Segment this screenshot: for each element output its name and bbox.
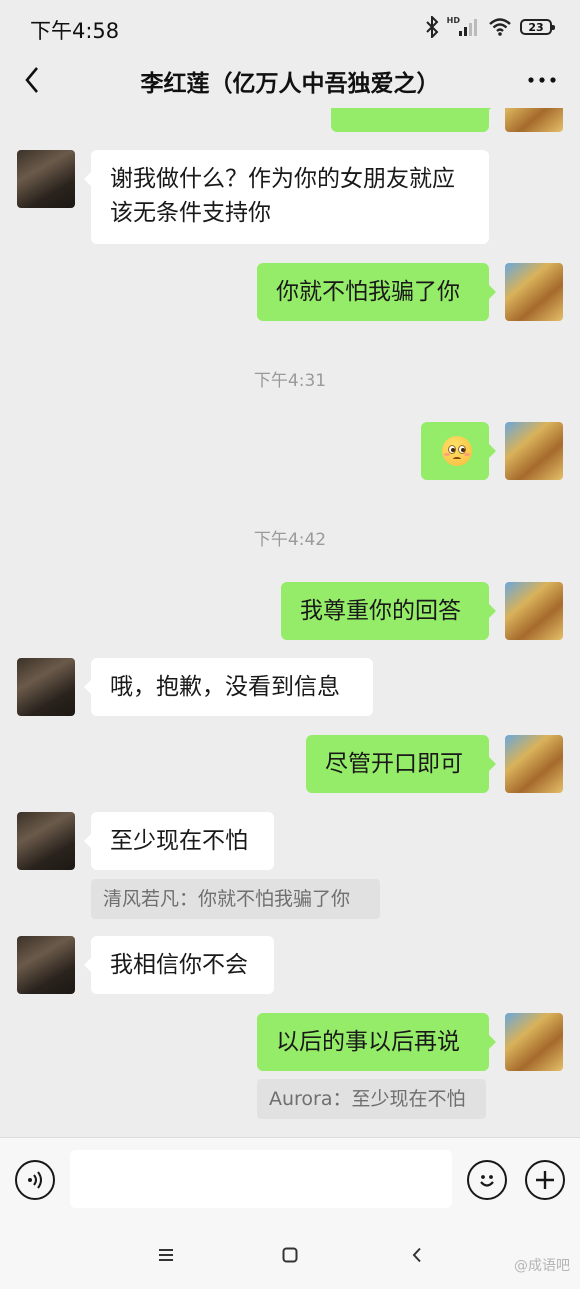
voice-button[interactable] [15,1160,55,1200]
menu-nav-icon [159,1249,173,1261]
avatar-contact[interactable] [17,150,75,208]
emoji-icon [480,1175,494,1187]
battery-level: 23 [528,20,544,34]
avatar-self[interactable] [505,422,563,480]
message-bubble-sent[interactable]: 以后的事以后再说 [257,1013,496,1071]
emoji-button[interactable] [467,1160,507,1200]
timestamp: 下午4:42 [253,530,327,550]
title-bar: 李红莲（亿万人中吾独爱之） [0,52,580,108]
flushed-face-emoji-icon [442,436,472,466]
avatar-self[interactable] [505,735,563,793]
system-nav-bar: @成语吧 [0,1223,580,1289]
add-icon [536,1171,554,1189]
back-button[interactable] [14,62,50,98]
more-button[interactable] [522,64,562,96]
avatar-self[interactable] [505,582,563,640]
status-bar: 下午4:58 HD 23 [0,0,580,52]
wifi-icon [489,18,511,36]
back-arrow-icon [25,67,38,93]
message-input[interactable] [70,1150,452,1208]
add-button[interactable] [525,1160,565,1200]
avatar-contact[interactable] [17,936,75,994]
message-bubble-sent[interactable]: 你就不怕我骗了你 [257,263,496,321]
status-icons: HD 23 [425,14,555,40]
back-nav-icon [412,1247,421,1263]
voice-icon [28,1171,42,1189]
home-nav-button[interactable] [273,1241,307,1269]
message-bubble-received[interactable]: 哦，抱歉，没看到信息 [84,658,373,716]
more-icon [528,77,556,83]
message-bubble-partial[interactable] [331,108,496,132]
avatar-self[interactable] [505,108,563,132]
home-nav-icon [282,1247,298,1263]
message-bubble-received[interactable]: 至少现在不怕 [84,812,274,870]
quoted-reply[interactable]: 清风若凡：你就不怕我骗了你 [91,879,380,919]
message-bubble-sent-emoji[interactable] [421,422,496,480]
avatar-self[interactable] [505,1013,563,1071]
watermark: @成语吧 [514,1258,570,1274]
message-bubble-received[interactable]: 谢我做什么？作为你的女朋友就应该无条件支持你 [84,150,489,244]
menu-nav-button[interactable] [149,1241,183,1269]
hd-label: HD [446,15,460,25]
chat-area[interactable]: 谢我做什么？作为你的女朋友就应该无条件支持你 你就不怕我骗了你 下午4:31 下… [0,108,580,1137]
avatar-contact[interactable] [17,658,75,716]
avatar-contact[interactable] [17,812,75,870]
status-time: 下午4:58 [30,19,120,43]
back-nav-button[interactable] [400,1241,434,1269]
timestamp: 下午4:31 [253,371,327,391]
signal-icon [459,19,477,36]
bluetooth-icon [425,16,439,38]
avatar-self[interactable] [505,263,563,321]
message-bubble-received[interactable]: 我相信你不会 [84,936,274,994]
chat-title: 李红莲（亿万人中吾独爱之） [140,71,440,97]
quoted-reply[interactable]: Aurora：至少现在不怕 [257,1079,486,1119]
message-bubble-sent[interactable]: 我尊重你的回答 [281,582,496,640]
message-bubble-sent[interactable]: 尽管开口即可 [306,735,496,793]
battery-icon: 23 [520,19,555,35]
input-bar [0,1137,580,1223]
